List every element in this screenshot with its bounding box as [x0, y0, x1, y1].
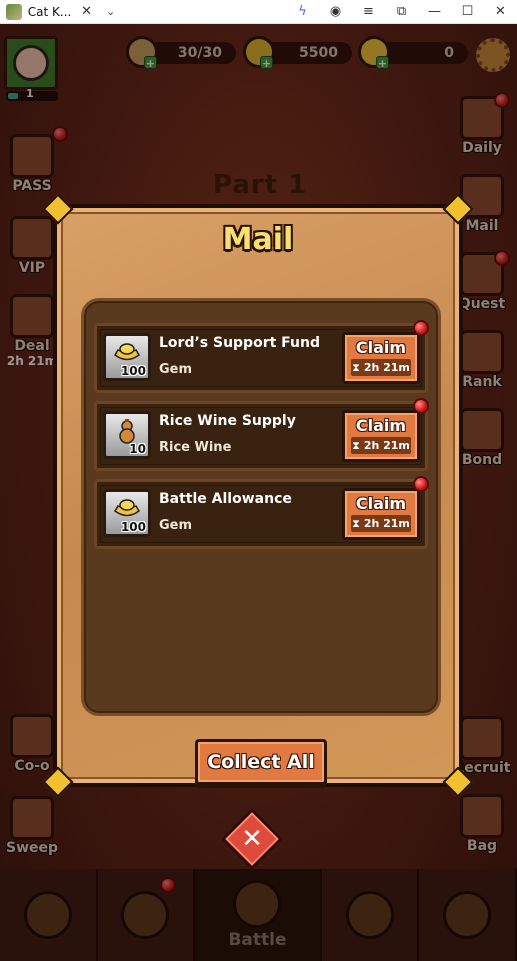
claim-timer: ⧗ 2h 21m [351, 437, 411, 454]
close-icon: ✕ [241, 824, 263, 854]
hourglass-icon: ⧗ [352, 516, 360, 530]
timer-text: 2h 21m [363, 517, 410, 530]
mail-title: Lord’s Support Fund [159, 335, 320, 351]
menu-icon[interactable]: ≡ [352, 0, 385, 24]
boost-icon[interactable]: ϟ [286, 0, 319, 24]
popout-icon[interactable]: ⧉ [385, 0, 418, 24]
browser-tab[interactable]: Cat K... ✕ [0, 0, 98, 24]
mail-item[interactable]: 100 Battle Allowance Gem Claim ⧗ 2h 21m [94, 476, 429, 549]
claim-button[interactable]: Claim ⧗ 2h 21m [342, 332, 420, 384]
account-icon[interactable]: ◉ [319, 0, 352, 24]
reward-slot[interactable]: 10 [103, 411, 151, 459]
claim-label: Claim [355, 494, 407, 513]
mail-title: Battle Allowance [159, 491, 292, 507]
window-titlebar: Cat K... ✕ ⌄ ϟ ◉ ≡ ⧉ — ☐ ✕ [0, 0, 517, 24]
mail-reward-name: Gem [159, 362, 193, 377]
reward-count: 100 [120, 520, 146, 534]
claim-button[interactable]: Claim ⧗ 2h 21m [342, 488, 420, 540]
game-viewport: 1 30/30 + 5500 + 0 + PASS VIP Deal 2h 21… [0, 24, 517, 961]
reward-count: 100 [120, 364, 146, 378]
mail-item[interactable]: 10 Rice Wine Supply Rice Wine Claim ⧗ 2h 21m [94, 398, 429, 471]
reward-slot[interactable]: 100 [103, 489, 151, 537]
minimize-button[interactable]: — [418, 0, 451, 24]
mail-reward-name: Rice Wine [159, 440, 232, 455]
collect-all-button[interactable]: Collect All [195, 739, 327, 785]
close-window-button[interactable]: ✕ [484, 0, 517, 24]
timer-text: 2h 21m [363, 361, 410, 374]
claim-label: Claim [355, 416, 407, 435]
claim-button[interactable]: Claim ⧗ 2h 21m [342, 410, 420, 462]
maximize-button[interactable]: ☐ [451, 0, 484, 24]
notification-dot [413, 476, 429, 492]
reward-count: 10 [129, 442, 146, 456]
dialog-title: Mail [222, 222, 294, 257]
claim-label: Claim [355, 338, 407, 357]
notification-dot [413, 398, 429, 414]
notification-dot [413, 320, 429, 336]
mail-dialog: Mail 100 Lord’s Support Fund Gem Claim ⧗ 2h 2… [42, 193, 474, 798]
mail-reward-name: Gem [159, 518, 193, 533]
mail-title: Rice Wine Supply [159, 413, 296, 429]
mail-list[interactable]: 100 Lord’s Support Fund Gem Claim ⧗ 2h 21m 10 R… [81, 298, 441, 716]
tab-title: Cat K... [27, 4, 72, 19]
timer-text: 2h 21m [363, 439, 410, 452]
tab-list-chevron-icon[interactable]: ⌄ [106, 5, 115, 18]
hourglass-icon: ⧗ [352, 438, 360, 452]
hourglass-icon: ⧗ [352, 360, 360, 374]
claim-timer: ⧗ 2h 21m [351, 515, 411, 532]
tab-close-icon[interactable]: ✕ [81, 4, 92, 19]
mail-item[interactable]: 100 Lord’s Support Fund Gem Claim ⧗ 2h 21m [94, 320, 429, 393]
reward-slot[interactable]: 100 [103, 333, 151, 381]
claim-timer: ⧗ 2h 21m [351, 359, 411, 376]
game-favicon-icon [6, 3, 22, 20]
